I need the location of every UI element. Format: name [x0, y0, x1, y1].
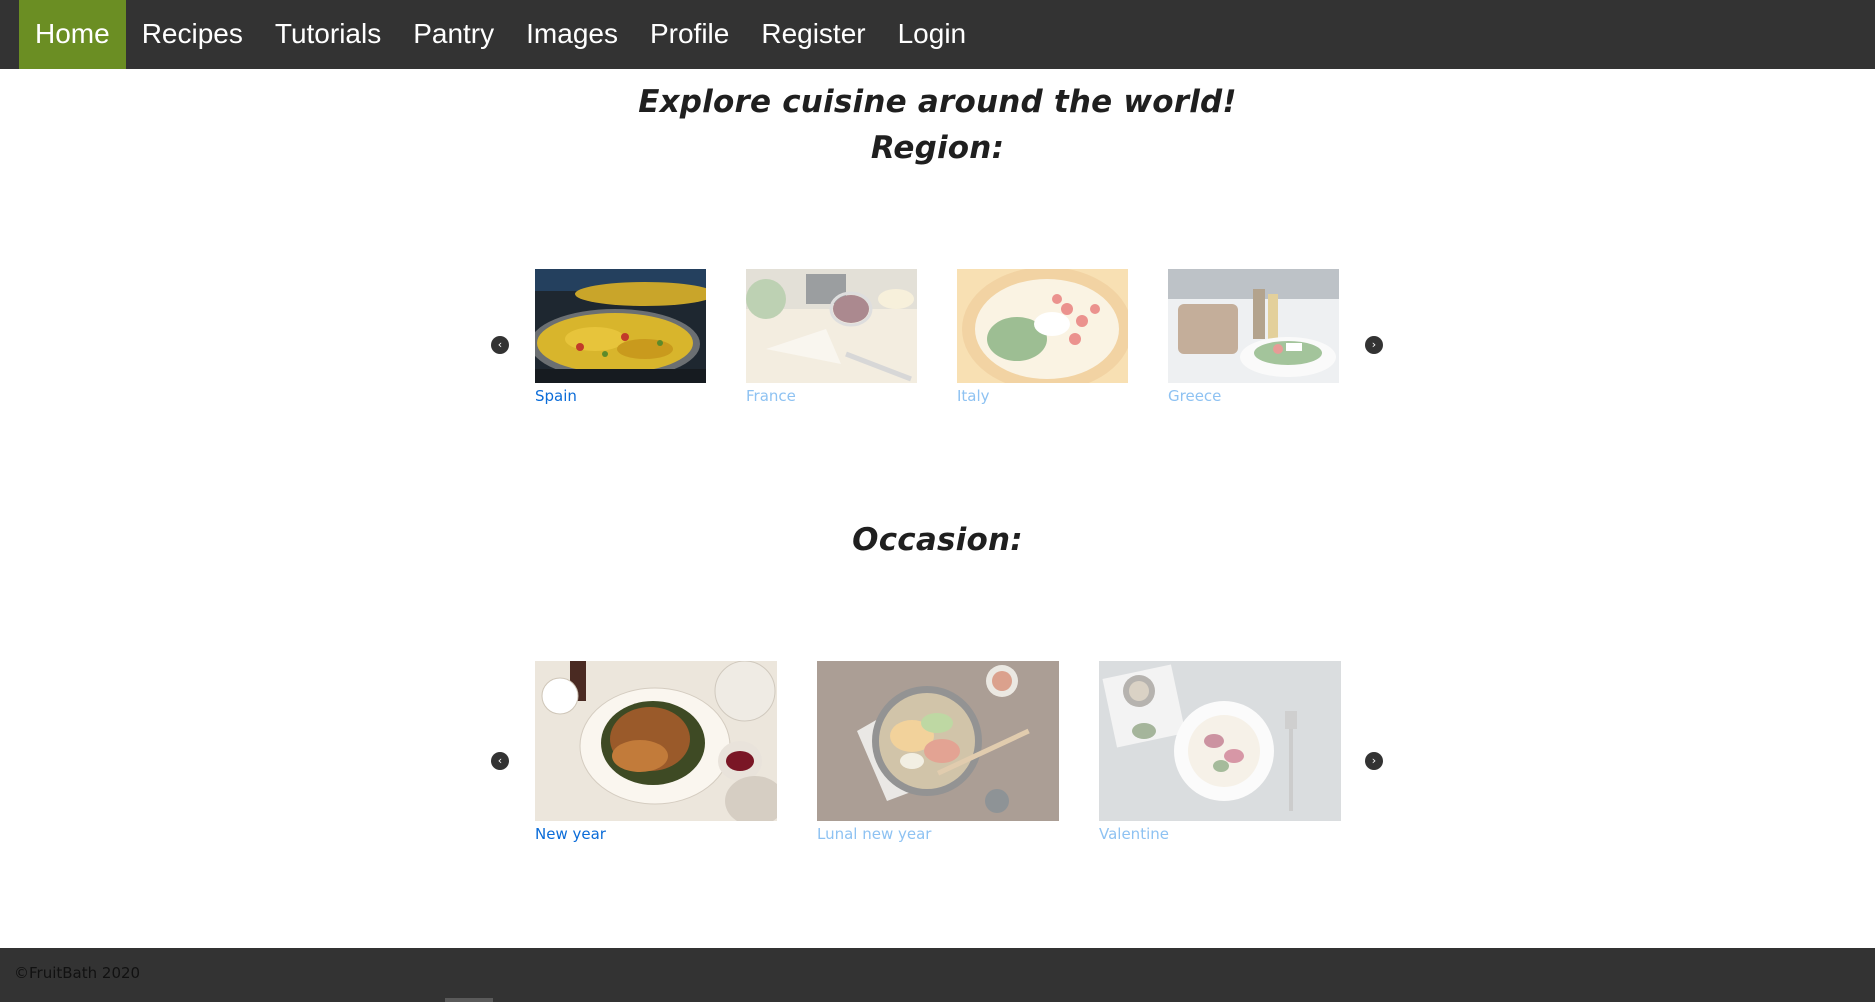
nav-pantry[interactable]: Pantry [397, 0, 510, 69]
greece-thumbnail[interactable] [1168, 269, 1339, 383]
plated-dish-image [1099, 661, 1341, 821]
occasion-heading: Occasion: [852, 522, 1023, 558]
region-card-italy[interactable]: Italy [957, 269, 1128, 405]
region-prev-arrow-icon[interactable]: ‹ [491, 336, 509, 354]
nav-recipes[interactable]: Recipes [126, 0, 259, 69]
paella-image [535, 269, 706, 383]
region-heading: Region: [870, 130, 1005, 166]
valentine-thumbnail[interactable] [1099, 661, 1341, 821]
region-link-italy[interactable]: Italy [957, 387, 1128, 405]
nav-profile[interactable]: Profile [634, 0, 745, 69]
region-link-spain[interactable]: Spain [535, 387, 706, 405]
page-title: Explore cuisine around the world! [638, 84, 1237, 120]
occasion-prev-arrow-icon[interactable]: ‹ [491, 752, 509, 770]
region-card-greece[interactable]: Greece [1168, 269, 1339, 405]
roast-duck-image [535, 661, 777, 821]
italy-thumbnail[interactable] [957, 269, 1128, 383]
region-card-france[interactable]: France [746, 269, 917, 405]
region-card-spain[interactable]: Spain [535, 269, 706, 405]
region-link-france[interactable]: France [746, 387, 917, 405]
nav-images[interactable]: Images [510, 0, 634, 69]
lunar-new-year-thumbnail[interactable] [817, 661, 1059, 821]
spain-thumbnail[interactable] [535, 269, 706, 383]
region-link-greece[interactable]: Greece [1168, 387, 1339, 405]
copyright-text: ©FruitBath 2020 [14, 964, 141, 982]
occasion-card-new-year[interactable]: New year [535, 661, 777, 843]
pizza-image [957, 269, 1128, 383]
occasion-card-lunar-new-year[interactable]: Lunal new year [817, 661, 1059, 843]
footer-divider [445, 998, 493, 1002]
nav-tutorials[interactable]: Tutorials [259, 0, 397, 69]
vegetable-bowl-image [817, 661, 1059, 821]
occasion-next-arrow-icon[interactable]: › [1365, 752, 1383, 770]
new-year-thumbnail[interactable] [535, 661, 777, 821]
cheese-wine-image [746, 269, 917, 383]
occasion-link-valentine[interactable]: Valentine [1099, 825, 1341, 843]
page-footer: ©FruitBath 2020 [0, 948, 1875, 1002]
region-next-arrow-icon[interactable]: › [1365, 336, 1383, 354]
occasion-link-lunar-new-year[interactable]: Lunal new year [817, 825, 1059, 843]
greek-table-image [1168, 269, 1339, 383]
nav-home[interactable]: Home [19, 0, 126, 69]
nav-list: Home Recipes Tutorials Pantry Images Pro… [19, 0, 982, 69]
occasion-link-new-year[interactable]: New year [535, 825, 777, 843]
occasion-card-valentine[interactable]: Valentine [1099, 661, 1341, 843]
france-thumbnail[interactable] [746, 269, 917, 383]
nav-register[interactable]: Register [745, 0, 881, 69]
top-navbar: Home Recipes Tutorials Pantry Images Pro… [0, 0, 1875, 69]
nav-login[interactable]: Login [882, 0, 983, 69]
